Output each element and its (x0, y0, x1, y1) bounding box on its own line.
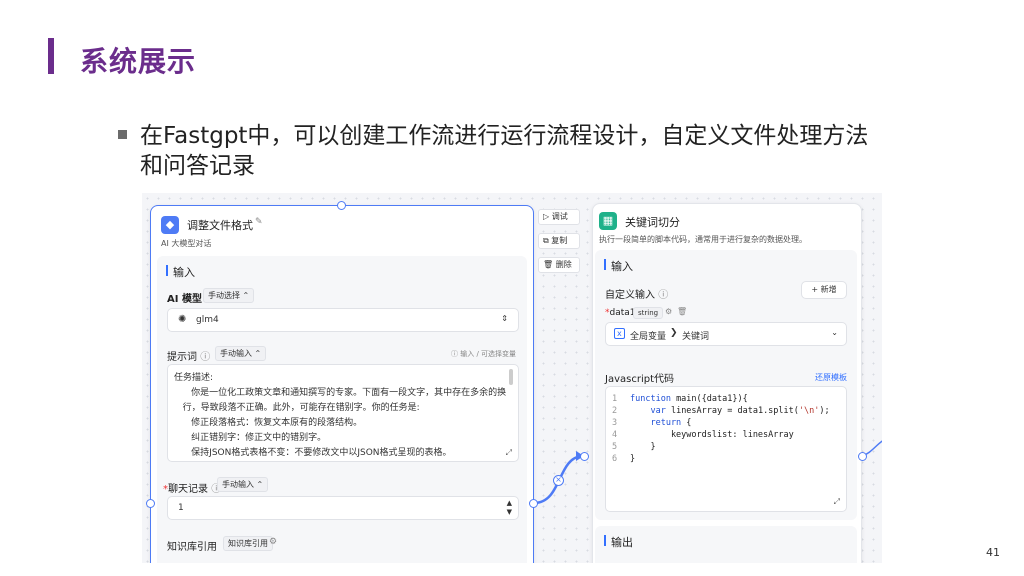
title-accent-bar (48, 38, 54, 74)
prompt-line: 你是一位化工政策文章和通知撰写的专家。下面有一段文字，其中存在多余的换 (174, 388, 507, 398)
prompt-mode-select[interactable]: 手动输入 ⌃ (215, 346, 267, 361)
input-section: 输入 AI 模型 手动选择 ⌃ ✺ glm4 ⇕ 提示词 ⓘ 手动输入 ⌃ ⓘ … (157, 256, 527, 563)
prompt-textarea[interactable]: 任务描述: 你是一位化工政策文章和通知撰写的专家。下面有一段文字，其中存在多余的… (167, 364, 519, 462)
restore-template-link[interactable]: 还原模板 (815, 372, 847, 383)
help-icon: ⓘ (200, 352, 211, 363)
var-scope: 全局变量 (630, 332, 667, 342)
var-type-tag: string (633, 307, 664, 319)
chat-history-value: 1 (178, 503, 184, 513)
prompt-label: 提示词 ⓘ (167, 352, 211, 363)
node-right-handle[interactable] (858, 452, 867, 461)
prompt-line: 纠正错别字：修正文中的错别字。 (174, 433, 327, 443)
custom-input-label: 自定义输入 ⓘ (605, 290, 669, 301)
code-label: Javascript代码 (605, 374, 674, 385)
prompt-mode-label: 手动输入 (220, 349, 252, 358)
expand-icon[interactable]: ⤢ (506, 448, 512, 458)
ai-model-label: AI 模型 (167, 294, 202, 305)
kb-tag: 知识库引用 (223, 536, 273, 551)
prompt-line: 保持JSON格式表格不变：不要修改文中以JSON格式呈现的表格。 (174, 448, 452, 458)
stepper-icon[interactable]: ▲ ▼ (507, 499, 512, 517)
expand-icon[interactable]: ⤢ (834, 497, 840, 507)
node-subtitle: AI 大模型对话 (161, 239, 212, 248)
prompt-hint: ⓘ 输入 / 可选择变量 (451, 350, 517, 358)
var-name: *data1 (605, 308, 636, 318)
node-title: 关键词切分 (625, 216, 680, 229)
input-section-heading: 输入 (166, 265, 195, 279)
chevron-updown-icon: ⇕ (501, 314, 508, 323)
code-icon: ▦ (599, 212, 617, 230)
code-line: 6} (612, 454, 636, 464)
code-line: 5 } (612, 442, 656, 452)
node-keyword-split[interactable]: ▦ 关键词切分 执行一段简单的脚本代码，通常用于进行复杂的数据处理。 输入 自定… (592, 203, 862, 563)
chevron-right-icon: ❯ (670, 328, 678, 338)
node-adjust-file-format[interactable]: ◆ 调整文件格式 ✎ AI 大模型对话 输入 AI 模型 手动选择 ⌃ ✺ gl… (150, 205, 534, 563)
node-subtitle: 执行一段简单的脚本代码，通常用于进行复杂的数据处理。 (599, 235, 807, 244)
gear-icon[interactable]: ⚙ (269, 537, 277, 547)
debug-button[interactable]: ▷ 调试 (538, 209, 580, 225)
edit-icon[interactable]: ✎ (255, 217, 263, 227)
bullet-marker (118, 130, 127, 139)
robot-icon: ◆ (161, 216, 179, 234)
gear-icon[interactable]: ⚙ (665, 307, 672, 316)
copy-button[interactable]: ⧉ 复制 (538, 233, 580, 249)
node-top-handle[interactable] (337, 201, 346, 210)
workflow-canvas[interactable]: × ◆ 调整文件格式 ✎ AI 大模型对话 输入 AI 模型 手动选择 ⌃ ✺ … (142, 193, 882, 563)
model-icon: ✺ (178, 314, 187, 325)
output-section-heading: 输出 (604, 535, 633, 549)
chat-history-mode-select[interactable]: 手动输入 ⌃ (217, 477, 269, 492)
output-section: 输出 (595, 526, 857, 563)
prompt-line: 修正段落格式：恢复文本原有的段落结构。 (174, 418, 363, 428)
code-editor[interactable]: 1 function main({data1}){ 2 var linesArra… (605, 386, 847, 512)
edge-delete-icon[interactable]: × (553, 475, 564, 486)
add-input-button[interactable]: + 新增 (801, 281, 847, 299)
model-value: glm4 (196, 315, 219, 325)
node-title: 调整文件格式 (187, 219, 253, 232)
code-line: 3 return { (612, 418, 692, 428)
chat-history-label: *聊天记录 ⓘ (163, 480, 221, 495)
chat-mode-label: 手动输入 (222, 480, 254, 489)
bullet-text: 在Fastgpt中，可以创建工作流进行运行流程设计，自定义文件处理方法和问答记录 (140, 123, 869, 179)
chevron-down-icon: ⌄ (831, 328, 838, 337)
scrollbar[interactable] (509, 369, 513, 385)
var-ref-name: 关键词 (682, 332, 710, 342)
prompt-line: 任务描述: (174, 373, 214, 383)
page-number: 41 (986, 546, 1000, 559)
mode-label: 手动选择 (208, 291, 240, 300)
slide-title: 系统展示 (80, 45, 197, 78)
model-select[interactable]: ✺ glm4 ⇕ (167, 308, 519, 332)
variable-icon: x (614, 328, 625, 339)
kb-label: 知识库引用 (167, 542, 217, 553)
chat-history-input[interactable]: 1 ▲ ▼ (167, 496, 519, 520)
node-left-handle[interactable] (146, 499, 155, 508)
code-line: 4 keywordslist: linesArray (612, 430, 794, 440)
var-reference-select[interactable]: x 全局变量 ❯ 关键词 ⌄ (605, 322, 847, 346)
trash-icon[interactable]: 🗑 (677, 307, 687, 316)
node-right-handle[interactable] (529, 499, 538, 508)
ai-model-mode-select[interactable]: 手动选择 ⌃ (203, 288, 255, 303)
code-line: 2 var linesArray = data1.split('\n'); (612, 406, 830, 416)
help-icon: ⓘ (658, 290, 669, 301)
input-section-heading: 输入 (604, 259, 633, 273)
input-section: 输入 自定义输入 ⓘ + 新增 *data1 string ⚙ 🗑 x 全局变量… (595, 250, 857, 520)
node-left-handle[interactable] (580, 452, 589, 461)
prompt-line: 行，导致段落不正确。此外，可能存在错别字。你的任务是: (174, 403, 420, 413)
code-line: 1 function main({data1}){ (612, 394, 748, 404)
delete-button[interactable]: 🗑 删除 (538, 257, 580, 273)
